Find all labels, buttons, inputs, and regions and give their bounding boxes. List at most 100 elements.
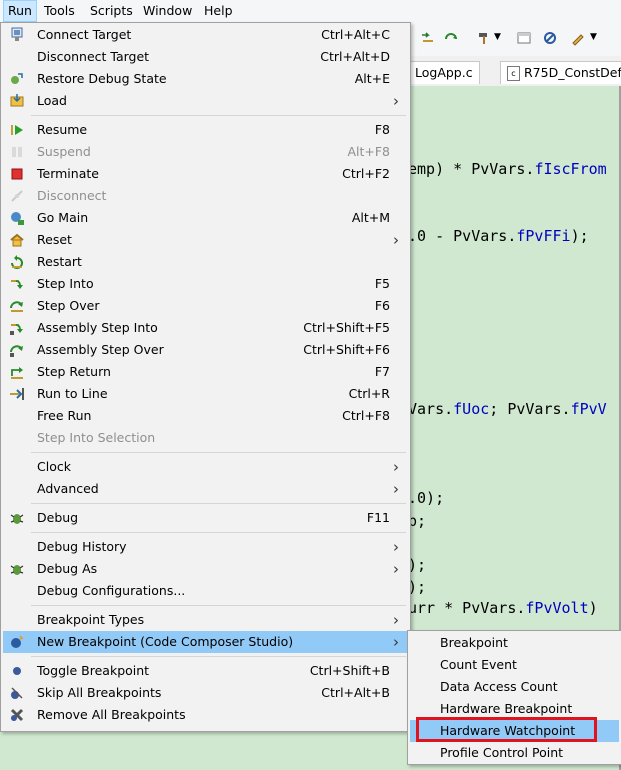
menu-item-label: Load (37, 93, 67, 108)
menu-item-shortcut: Alt+M (351, 210, 390, 225)
menu-tools[interactable]: Tools (40, 1, 79, 21)
menu-separator (31, 452, 406, 453)
menu-item-step-return[interactable]: Step Return F7 (3, 361, 408, 383)
menu-window[interactable]: Window (139, 1, 196, 21)
window-icon[interactable] (516, 30, 532, 46)
menu-item-load[interactable]: Load › (3, 90, 408, 112)
menu-item-label: Advanced (37, 481, 99, 496)
menu-item-shortcut: F5 (374, 276, 390, 291)
submenu-item-breakpoint[interactable]: Breakpoint (410, 632, 619, 654)
run-to-line-icon (10, 388, 24, 400)
tab-label: R75D_ConstDef.c (524, 65, 621, 80)
menu-item-label: Go Main (37, 210, 89, 225)
code-line: emp) * PvVars.fIscFrom (408, 160, 607, 178)
step-over-icon[interactable] (444, 30, 460, 46)
menu-item-breakpoint-types[interactable]: Breakpoint Types › (3, 609, 408, 631)
c-file-icon: c (507, 66, 520, 81)
hammer-icon[interactable] (476, 30, 492, 46)
pen-icon[interactable] (570, 30, 586, 46)
menu-item-restart[interactable]: Restart (3, 251, 408, 273)
step-return-icon (11, 367, 23, 379)
menu-item-shortcut: Ctrl+Shift+B (309, 663, 390, 678)
menu-item-shortcut: Ctrl+Shift+F5 (303, 320, 390, 335)
menu-item-resume[interactable]: Resume F8 (3, 119, 408, 141)
menu-item-label: Run to Line (37, 386, 108, 401)
menu-item-assembly-step-over[interactable]: Assembly Step Over Ctrl+Shift+F6 (3, 339, 408, 361)
menu-item-step-into[interactable]: Step Into F5 (3, 273, 408, 295)
resume-icon (11, 125, 23, 135)
menu-item-label: Remove All Breakpoints (37, 707, 186, 722)
menu-item-shortcut: Ctrl+R (348, 386, 390, 401)
menu-separator (31, 656, 406, 657)
menu-item-label: Reset (37, 232, 72, 247)
pen-dropdown-icon[interactable]: ▼ (590, 32, 597, 42)
menu-item-label: Debug History (37, 539, 127, 554)
submenu-item-data-access-count[interactable]: Data Access Count (410, 676, 619, 698)
menu-run[interactable]: Run (3, 0, 37, 22)
menu-item-debug-as[interactable]: Debug As › (3, 558, 408, 580)
step-into-icon[interactable] (420, 30, 436, 46)
submenu-item-count-event[interactable]: Count Event (410, 654, 619, 676)
hammer-dropdown-icon[interactable]: ▼ (494, 32, 501, 42)
menu-item-shortcut: Ctrl+Alt+D (320, 49, 390, 64)
menu-item-label: Terminate (37, 166, 99, 181)
menu-item-skip-all-breakpoints[interactable]: Skip All Breakpoints Ctrl+Alt+B (3, 682, 408, 704)
menu-scripts[interactable]: Scripts (86, 1, 137, 21)
menu-item-label: Restore Debug State (37, 71, 167, 86)
menu-item-shortcut: F8 (374, 122, 390, 137)
menu-item-terminate[interactable]: Terminate Ctrl+F2 (3, 163, 408, 185)
submenu-item-label: Profile Control Point (440, 745, 564, 760)
menu-item-debug-configurations[interactable]: Debug Configurations... (3, 580, 408, 602)
tab-constdef[interactable]: c R75D_ConstDef.c (500, 61, 621, 84)
menu-item-remove-all-breakpoints[interactable]: Remove All Breakpoints (3, 704, 408, 726)
menu-help[interactable]: Help (200, 1, 237, 21)
menu-item-new-breakpoint-code-composer-studio[interactable]: New Breakpoint (Code Composer Studio) › (3, 631, 408, 653)
tab-logapp[interactable]: LogApp.c (408, 61, 480, 84)
new-breakpoint-icon (11, 635, 24, 648)
submenu-arrow-icon: › (393, 480, 399, 498)
restart-icon (11, 255, 23, 269)
code-line: Vars.fUoc; PvVars.fPvV (408, 400, 607, 418)
skip-breakpoints-icon (11, 687, 23, 699)
debug-as-icon (10, 565, 24, 575)
menu-item-disconnect: Disconnect (3, 185, 408, 207)
menu-item-label: Debug As (37, 561, 98, 576)
submenu-arrow-icon: › (393, 538, 399, 556)
step-into-icon (11, 280, 23, 289)
reset-icon (10, 233, 24, 247)
submenu-arrow-icon: › (393, 458, 399, 476)
toggle-breakpoint-icon (13, 667, 21, 675)
menu-item-go-main[interactable]: Go Main Alt+M (3, 207, 408, 229)
submenu-arrow-icon: › (393, 92, 399, 110)
menu-item-advanced[interactable]: Advanced › (3, 478, 408, 500)
menu-item-disconnect-target[interactable]: Disconnect Target Ctrl+Alt+D (3, 46, 408, 68)
menu-item-label: Skip All Breakpoints (37, 685, 162, 700)
menu-item-label: Step Over (37, 298, 100, 313)
menu-separator (31, 605, 406, 606)
menu-item-clock[interactable]: Clock › (3, 456, 408, 478)
menu-item-shortcut: Alt+F8 (347, 144, 390, 159)
menu-item-run-to-line[interactable]: Run to Line Ctrl+R (3, 383, 408, 405)
menu-item-label: Suspend (37, 144, 91, 159)
debug-icon (10, 514, 24, 524)
menu-item-restore-debug-state[interactable]: Restore Debug State Alt+E (3, 68, 408, 90)
terminate-icon (11, 168, 23, 180)
submenu-item-label: Data Access Count (440, 679, 558, 694)
submenu-item-profile-control-point[interactable]: Profile Control Point (410, 742, 619, 764)
menu-item-connect-target[interactable]: Connect Target Ctrl+Alt+C (3, 24, 408, 46)
menu-item-reset[interactable]: Reset › (3, 229, 408, 251)
menu-item-debug-history[interactable]: Debug History › (3, 536, 408, 558)
menu-item-debug[interactable]: Debug F11 (3, 507, 408, 529)
menu-item-label: Connect Target (37, 27, 132, 42)
no-breakpoint-icon[interactable] (542, 30, 558, 46)
menu-item-label: Debug (37, 510, 79, 525)
submenu-arrow-icon: › (393, 633, 399, 651)
menu-item-shortcut: Alt+E (354, 71, 390, 86)
menu-item-shortcut: Ctrl+F2 (342, 166, 390, 181)
menu-item-assembly-step-into[interactable]: Assembly Step Into Ctrl+Shift+F5 (3, 317, 408, 339)
menu-item-free-run[interactable]: Free Run Ctrl+F8 (3, 405, 408, 427)
menu-item-toggle-breakpoint[interactable]: Toggle Breakpoint Ctrl+Shift+B (3, 660, 408, 682)
menu-item-step-over[interactable]: Step Over F6 (3, 295, 408, 317)
menu-item-label: Toggle Breakpoint (37, 663, 150, 678)
menu-item-label: Assembly Step Into (37, 320, 158, 335)
